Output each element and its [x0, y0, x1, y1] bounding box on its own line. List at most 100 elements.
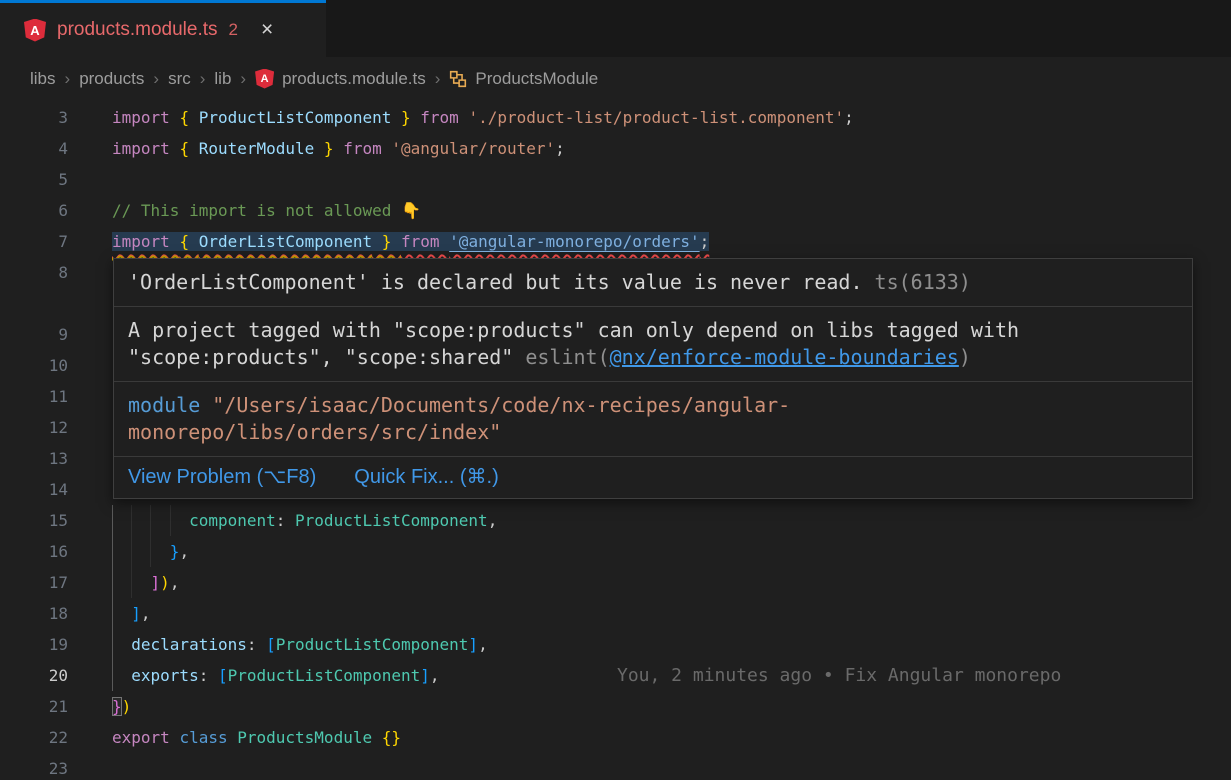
code-line[interactable]: 6// This import is not allowed 👇 — [0, 195, 1231, 226]
line-number: 8 — [0, 257, 68, 319]
code-text — [68, 753, 112, 780]
code-token: component — [189, 511, 276, 530]
close-icon[interactable]: × — [261, 18, 273, 42]
code-line[interactable]: 4import { RouterModule } from '@angular/… — [0, 133, 1231, 164]
line-number: 12 — [0, 412, 68, 443]
code-token: } — [391, 108, 420, 127]
breadcrumb-separator: › — [200, 69, 206, 89]
eslint-rule-link[interactable]: @nx/enforce-module-boundaries — [610, 345, 959, 369]
diagnostic-eslint-source-suffix: ) — [959, 345, 971, 369]
line-number: 6 — [0, 195, 68, 226]
breadcrumb-item-libs[interactable]: libs — [30, 69, 56, 89]
tab-title: products.module.ts — [57, 19, 218, 41]
code-token: ProductListComponent — [276, 635, 469, 654]
code-line[interactable]: 22export class ProductsModule {} — [0, 722, 1231, 753]
quick-fix-link[interactable]: Quick Fix... (⌘.) — [354, 464, 498, 491]
breadcrumb-item-productsmodule[interactable]: ProductsModule — [449, 69, 598, 89]
code-token: from — [343, 139, 391, 158]
code-token: ProductListComponent — [199, 108, 392, 127]
code-line[interactable]: 20 exports: [ProductListComponent],You, … — [0, 660, 1231, 691]
code-token: , — [478, 635, 488, 654]
code-text — [68, 474, 112, 505]
code-token: } — [372, 232, 401, 251]
code-line[interactable]: 15 component: ProductListComponent, — [0, 505, 1231, 536]
breadcrumb-item-src[interactable]: src — [168, 69, 191, 89]
code-token: ] — [151, 573, 161, 592]
problem-hover-popup: 'OrderListComponent' is declared but its… — [113, 258, 1193, 499]
code-token — [112, 542, 170, 561]
line-number: 23 — [0, 753, 68, 780]
code-text: }) — [68, 691, 131, 722]
line-number: 21 — [0, 691, 68, 722]
module-path: "/Users/isaac/Documents/code/nx-recipes/… — [128, 393, 790, 444]
breadcrumb-label: lib — [214, 69, 231, 89]
code-line[interactable]: 5 — [0, 164, 1231, 195]
code-line[interactable]: 17 ]), — [0, 567, 1231, 598]
line-number: 5 — [0, 164, 68, 195]
line-number: 11 — [0, 381, 68, 412]
line-number: 16 — [0, 536, 68, 567]
indent-guide — [112, 505, 113, 536]
angular-icon: A — [24, 19, 46, 42]
code-token: ) — [122, 697, 132, 716]
code-token: } — [112, 697, 122, 716]
code-token: , — [141, 604, 151, 623]
line-number: 14 — [0, 474, 68, 505]
code-line[interactable]: 16 }, — [0, 536, 1231, 567]
code-token: {} — [382, 728, 401, 747]
indent-guide — [112, 536, 113, 567]
line-number: 3 — [0, 102, 68, 133]
code-token: } — [170, 542, 180, 561]
code-text: ]), — [68, 567, 179, 598]
hover-footer: View Problem (⌥F8) Quick Fix... (⌘.) — [114, 457, 1192, 498]
code-line[interactable]: 21}) — [0, 691, 1231, 722]
code-line[interactable]: 19 declarations: [ProductListComponent], — [0, 629, 1231, 660]
code-text — [68, 443, 112, 474]
diagnostic-ts-message: 'OrderListComponent' is declared but its… — [128, 270, 863, 294]
breadcrumb: libs›products›src›lib›Aproducts.module.t… — [0, 57, 1231, 100]
code-text: import { RouterModule } from '@angular/r… — [68, 133, 565, 164]
breadcrumb-separator: › — [65, 69, 71, 89]
code-token: ; — [844, 108, 854, 127]
line-number: 9 — [0, 319, 68, 350]
code-line[interactable]: 7 import { OrderListComponent } from '@an… — [0, 226, 1231, 257]
code-token: : — [199, 666, 218, 685]
line-number: 13 — [0, 443, 68, 474]
line-number: 15 — [0, 505, 68, 536]
module-info-section: module"/Users/isaac/Documents/code/nx-re… — [114, 382, 1192, 457]
breadcrumb-item-lib[interactable]: lib — [214, 69, 231, 89]
indent-guide — [131, 505, 132, 536]
tab-products-module[interactable]: A products.module.ts 2 × — [0, 0, 326, 57]
code-line[interactable]: 23 — [0, 753, 1231, 780]
diagnostic-ts-source: ts(6133) — [863, 270, 971, 294]
code-token: ProductListComponent — [295, 511, 488, 530]
code-text: export class ProductsModule {} — [68, 722, 401, 753]
code-token — [112, 666, 131, 685]
breadcrumb-separator: › — [435, 69, 441, 89]
indent-guide — [112, 567, 113, 598]
code-token: ProductsModule — [237, 728, 372, 747]
warning-squiggle-range: import { OrderListComponent } — [112, 232, 401, 251]
code-token: './product-list/product-list.component' — [468, 108, 844, 127]
breadcrumb-item-products[interactable]: products — [79, 69, 144, 89]
code-line[interactable]: 3import { ProductListComponent } from '.… — [0, 102, 1231, 133]
code-text — [68, 164, 112, 195]
line-number: 7 — [0, 226, 68, 257]
git-blame-annotation: You, 2 minutes ago • Fix Angular monorep… — [617, 660, 1061, 691]
code-token: // This import is not allowed — [112, 201, 401, 220]
code-token — [112, 635, 131, 654]
code-token: ; — [700, 232, 710, 251]
code-line[interactable]: 18 ], — [0, 598, 1231, 629]
breadcrumb-item-products-module-ts[interactable]: Aproducts.module.ts — [255, 69, 426, 89]
code-token: import — [112, 232, 179, 251]
code-token: } — [314, 139, 343, 158]
indent-guide — [112, 660, 113, 691]
breadcrumb-label: src — [168, 69, 191, 89]
code-text — [68, 350, 112, 381]
breadcrumb-label: libs — [30, 69, 56, 89]
code-token: ] — [468, 635, 478, 654]
code-token: { — [179, 232, 198, 251]
view-problem-link[interactable]: View Problem (⌥F8) — [128, 464, 316, 491]
highlighted-range: import { OrderListComponent } from '@ang… — [112, 232, 709, 251]
code-token: [ — [266, 635, 276, 654]
